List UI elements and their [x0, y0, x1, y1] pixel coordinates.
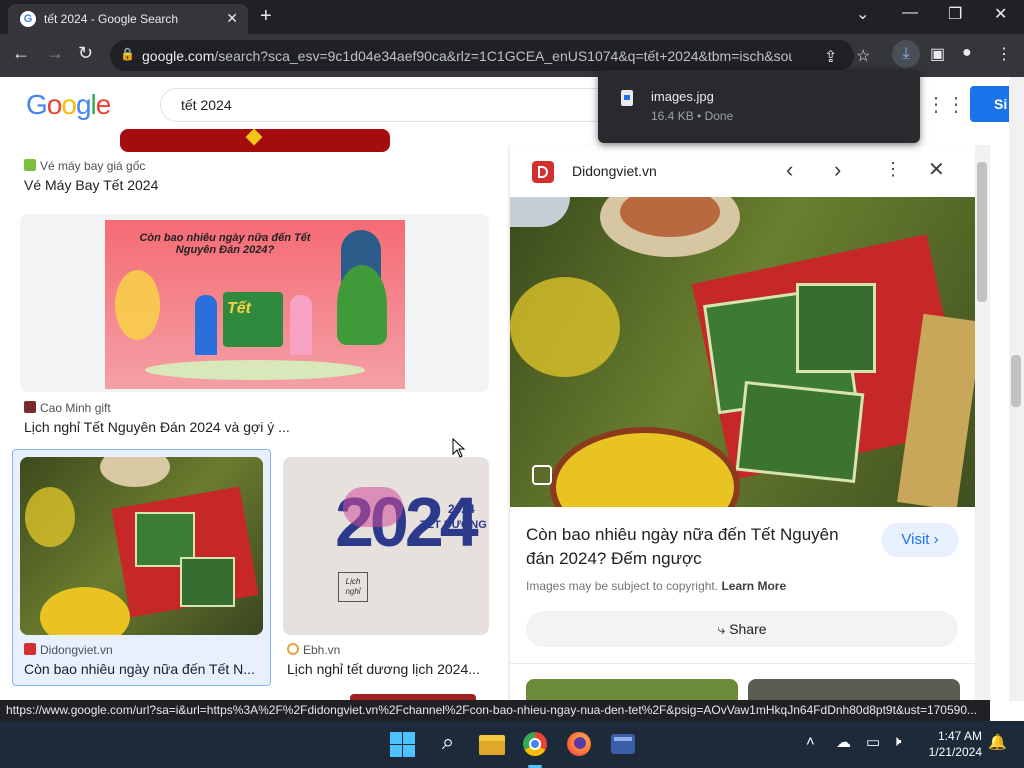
- browser-tab[interactable]: G tết 2024 - Google Search ✕: [8, 4, 248, 34]
- windows-taskbar: ⌕ ˄ ☁ ▭ 🕨 1:47 AM 1/21/2024 🔔: [0, 721, 1024, 768]
- tab-search-icon[interactable]: ⌄: [856, 4, 869, 24]
- tet-badge-text: Tết: [227, 300, 251, 317]
- address-bar[interactable]: 🔒 google.com/search?sca_esv=9c1d04e34aef…: [110, 40, 870, 71]
- ebh-favicon-icon: [287, 643, 299, 655]
- forward-arrow-icon[interactable]: →: [46, 43, 64, 64]
- result-title[interactable]: Còn bao nhiêu ngày nữa đến Tết N...: [24, 661, 262, 677]
- tab-title: tết 2024 - Google Search: [44, 12, 179, 26]
- network-off-icon[interactable]: ☁: [836, 733, 851, 751]
- result-source[interactable]: Cao Minh gift: [24, 401, 111, 415]
- profile-icon[interactable]: ●: [962, 44, 972, 62]
- panel-image-title[interactable]: Còn bao nhiêu ngày nữa đến Tết Nguyên đá…: [526, 523, 866, 571]
- image-tet-duong: TẾT DƯƠNG: [420, 519, 487, 531]
- download-meta: 16.4 KB • Done: [651, 109, 734, 123]
- page-content: Google tết 2024 ⋮⋮⋮ Si Vé máy bay giá gố…: [0, 77, 1024, 701]
- download-icon[interactable]: ⤓: [892, 40, 920, 68]
- status-bar-url: https://www.google.com/url?sa=i&url=http…: [0, 700, 990, 721]
- divider: [510, 663, 976, 664]
- tab-strip: G tết 2024 - Google Search ✕ + ⌄ — ❐ ✕: [0, 0, 1024, 34]
- bookmark-star-icon[interactable]: ☆: [856, 46, 870, 66]
- new-tab-button[interactable]: +: [260, 5, 272, 28]
- restore-button[interactable]: ❐: [948, 4, 962, 24]
- google-favicon-icon: G: [20, 11, 36, 27]
- search-icon[interactable]: ⌕: [433, 729, 463, 759]
- lock-icon[interactable]: 🔒: [120, 47, 135, 61]
- reload-icon[interactable]: ↻: [78, 43, 93, 64]
- result-image-2024[interactable]: 2024 2024 TẾT DƯƠNG Lịch nghỉ: [283, 457, 489, 635]
- search-input[interactable]: tết 2024: [160, 88, 620, 122]
- result-image: Còn bao nhiêu ngày nữa đến Tết Nguyên Đá…: [105, 220, 405, 389]
- mouse-cursor-icon: [452, 438, 466, 458]
- chrome-icon[interactable]: [520, 729, 550, 768]
- preview-image[interactable]: [510, 197, 976, 507]
- result-card-tet-calendar[interactable]: Còn bao nhiêu ngày nữa đến Tết Nguyên Đá…: [20, 214, 489, 392]
- panel-scrollbar-thumb[interactable]: [977, 162, 987, 302]
- close-panel-icon[interactable]: ✕: [928, 157, 945, 182]
- system-clock[interactable]: 1:47 AM 1/21/2024: [920, 728, 982, 760]
- previous-arrow-icon[interactable]: ‹: [786, 157, 793, 183]
- page-scrollbar-thumb[interactable]: [1011, 355, 1021, 407]
- windows-start-icon[interactable]: [388, 729, 418, 759]
- side-panel-icon[interactable]: ▣: [930, 44, 945, 64]
- result-image-top[interactable]: [120, 129, 390, 152]
- file-explorer-icon[interactable]: [477, 729, 507, 759]
- app-icon[interactable]: [608, 729, 638, 759]
- kebab-menu-icon[interactable]: ⋮: [996, 44, 1012, 64]
- copyright-notice: Images may be subject to copyright. Lear…: [526, 579, 787, 593]
- result-title[interactable]: Lịch nghỉ Tết Nguyên Đán 2024 và gợi ý .…: [24, 419, 290, 435]
- next-arrow-icon[interactable]: ›: [834, 157, 841, 183]
- url-text: google.com/search?sca_esv=9c1d04e34aef90…: [142, 48, 792, 64]
- google-logo[interactable]: Google: [26, 89, 111, 121]
- result-image-banh-chung[interactable]: [20, 457, 263, 635]
- related-image[interactable]: [526, 679, 738, 701]
- close-window-button[interactable]: ✕: [994, 4, 1007, 24]
- result-source[interactable]: Vé máy bay giá gốc: [24, 159, 145, 173]
- minimize-button[interactable]: —: [902, 4, 918, 22]
- back-arrow-icon[interactable]: ←: [12, 43, 30, 64]
- display-icon[interactable]: ▭: [866, 733, 880, 751]
- image-caption-text: Còn bao nhiêu ngày nữa đến Tết Nguyên Đá…: [139, 232, 311, 256]
- lens-search-icon[interactable]: [532, 465, 552, 485]
- result-source[interactable]: Ebh.vn: [287, 643, 340, 657]
- visit-button[interactable]: Visit ›: [881, 523, 959, 557]
- panel-site-name[interactable]: Didongviet.vn: [572, 163, 657, 179]
- share-icon: ⤷: [717, 621, 726, 637]
- related-image[interactable]: [748, 679, 960, 701]
- download-filename[interactable]: images.jpg: [651, 89, 714, 104]
- more-options-icon[interactable]: ⋮: [884, 159, 902, 180]
- image-small-year: 2024: [448, 502, 475, 516]
- gift-favicon-icon: [24, 401, 36, 413]
- firefox-icon[interactable]: [564, 729, 594, 759]
- result-source[interactable]: Didongviet.vn: [24, 643, 113, 657]
- image-preview-panel: Didongviet.vn ‹ › ⋮ ✕ Còn bao nhiêu ngày…: [509, 145, 976, 701]
- notification-bell-icon[interactable]: 🔔: [988, 733, 1007, 751]
- download-bubble: images.jpg 16.4 KB • Done: [598, 70, 920, 143]
- checkmark-favicon-icon: [24, 159, 36, 171]
- didongviet-favicon-icon: [24, 643, 36, 655]
- share-button[interactable]: ⤷ Share: [526, 611, 958, 647]
- learn-more-link[interactable]: Learn More: [721, 579, 786, 593]
- result-title[interactable]: Vé Máy Bay Tết 2024: [24, 177, 158, 193]
- tab-close-icon[interactable]: ✕: [226, 10, 238, 27]
- clock-date: 1/21/2024: [928, 745, 982, 759]
- file-icon: [621, 90, 633, 106]
- volume-muted-icon[interactable]: 🕨: [892, 733, 901, 750]
- didongviet-logo-icon: [532, 161, 554, 183]
- share-page-icon[interactable]: ⇪: [824, 47, 837, 67]
- chevron-up-icon[interactable]: ˄: [806, 733, 815, 750]
- clock-time: 1:47 AM: [937, 729, 982, 743]
- image-stamp: Lịch nghỉ: [338, 572, 368, 602]
- result-title[interactable]: Lịch nghỉ tết dương lịch 2024...: [287, 661, 487, 677]
